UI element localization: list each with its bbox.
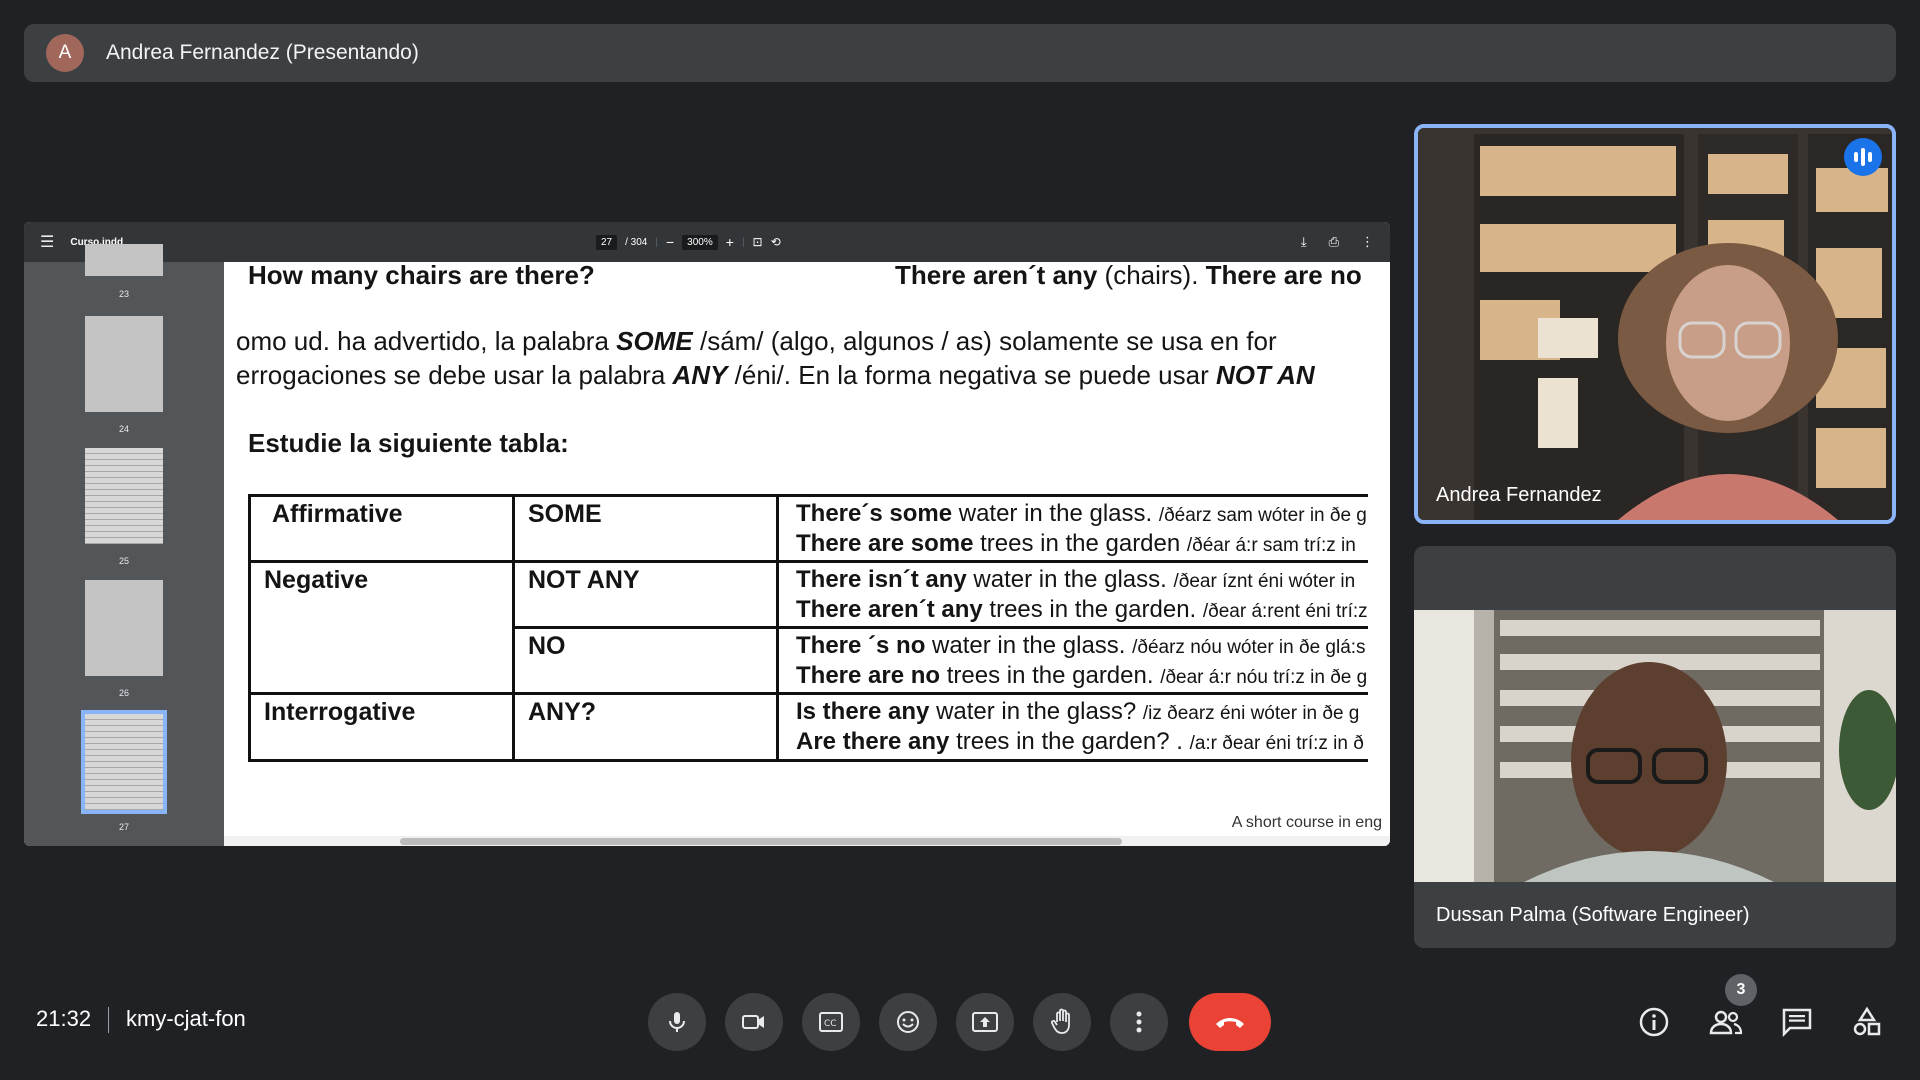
present-screen-icon xyxy=(972,1012,998,1032)
page-footer-note: A short course in eng xyxy=(1231,814,1382,831)
thumbnail-number: 25 xyxy=(118,556,129,566)
thumbnail-number: 23 xyxy=(118,289,129,299)
camera-icon xyxy=(742,1015,764,1029)
presenter-banner: A Andrea Fernandez (Presentando) xyxy=(24,24,1896,82)
participant-name: Andrea Fernandez xyxy=(1436,484,1602,506)
table-cell-form: Interrogative xyxy=(264,698,416,726)
fit-page-icon[interactable]: ⊡ xyxy=(753,235,763,249)
chat-button[interactable] xyxy=(1773,998,1821,1046)
table-cell-form: Affirmative xyxy=(272,500,403,528)
people-icon xyxy=(1709,1010,1743,1035)
table-cell-word: ANY? xyxy=(528,698,597,726)
hang-up-icon xyxy=(1216,1018,1244,1028)
table-cell-word: NO xyxy=(528,632,566,660)
toolbar-divider: | xyxy=(655,236,658,248)
microphone-icon xyxy=(669,1012,685,1032)
participant-video-area xyxy=(1414,610,1896,882)
svg-text:CC: CC xyxy=(824,1019,837,1029)
paragraph-line-1: omo ud. ha advertido, la palabra SOME /s… xyxy=(236,326,1277,356)
thumbnail-sidebar: 23 24 25 26 27 xyxy=(24,244,224,846)
meeting-details-button[interactable] xyxy=(1630,998,1678,1046)
activities-button[interactable] xyxy=(1843,998,1891,1046)
page-thumbnail-selected[interactable] xyxy=(81,710,167,814)
table-cell-example: There´s some water in the glass. /ðéarz … xyxy=(796,500,1367,527)
raise-hand-button[interactable] xyxy=(1033,993,1091,1051)
table-cell-example: Is there any water in the glass? /iz ðea… xyxy=(796,698,1360,725)
participant-tile-andrea[interactable]: Andrea Fernandez xyxy=(1414,124,1896,524)
page-thumbnail[interactable] xyxy=(85,448,163,544)
participant-video xyxy=(1418,128,1892,520)
participant-tile-dussan[interactable]: Dussan Palma (Software Engineer) xyxy=(1414,546,1896,948)
answer-line: There aren´t any (chairs). There are no xyxy=(895,260,1362,290)
participants-button[interactable] xyxy=(1702,998,1750,1046)
table-cell-example: There aren´t any trees in the garden. /ð… xyxy=(796,596,1368,623)
leave-call-button[interactable] xyxy=(1189,993,1271,1051)
question-line: How many chairs are there? xyxy=(248,260,595,290)
table-cell-example: There ´s no water in the glass. /ðéarz n… xyxy=(796,632,1366,659)
camera-button[interactable] xyxy=(725,993,783,1051)
microphone-button[interactable] xyxy=(648,993,706,1051)
meeting-clock: 21:32 xyxy=(36,1006,92,1031)
table-cell-example: There are no trees in the garden. /ðear … xyxy=(796,662,1368,689)
horizontal-scrollbar[interactable] xyxy=(224,836,1390,846)
pdf-viewer-toolbar: ☰ Curso.indd 27 / 304 | − 300% + | ⊡ ⟲ ⤓… xyxy=(24,222,1390,262)
thumbnail-number: 24 xyxy=(118,424,129,434)
table-cell-example: Are there any trees in the garden? . /a:… xyxy=(796,728,1364,755)
more-options-button[interactable] xyxy=(1110,993,1168,1051)
table-cell-example: There isn´t any water in the glass. /ðea… xyxy=(796,566,1356,593)
reactions-button[interactable] xyxy=(879,993,937,1051)
menu-icon[interactable]: ☰ xyxy=(40,232,54,252)
raise-hand-icon xyxy=(1051,1008,1070,1034)
scrollbar-thumb[interactable] xyxy=(400,838,1122,845)
table-line xyxy=(512,494,515,762)
presenter-label: Andrea Fernandez (Presentando) xyxy=(106,41,419,64)
toolbar-divider: | xyxy=(741,236,745,248)
more-vert-icon xyxy=(1136,1011,1142,1033)
table-line xyxy=(512,626,1368,629)
thumbnail-number: 26 xyxy=(118,688,129,698)
bottom-divider xyxy=(108,1007,109,1033)
paragraph-line-2: errogaciones se debe usar la palabra ANY… xyxy=(236,360,1315,390)
emoji-icon xyxy=(897,1011,919,1033)
shared-screen: ☰ Curso.indd 27 / 304 | − 300% + | ⊡ ⟲ ⤓… xyxy=(24,222,1390,846)
document-page: How many chairs are there? There aren´t … xyxy=(224,260,1390,846)
download-icon[interactable]: ⤓ xyxy=(1301,234,1307,250)
closed-captions-icon: CC xyxy=(819,1012,843,1032)
table-line xyxy=(248,494,251,762)
chat-icon xyxy=(1782,1008,1812,1037)
zoom-input[interactable]: 300% xyxy=(682,234,718,250)
presenter-avatar: A xyxy=(46,34,84,72)
info-icon xyxy=(1639,1007,1669,1037)
present-screen-button[interactable] xyxy=(956,993,1014,1051)
more-options-icon[interactable]: ⋮ xyxy=(1361,234,1374,250)
table-cell-example: There are some trees in the garden /ðéar… xyxy=(796,530,1356,557)
table-line xyxy=(248,560,1368,563)
rotate-icon[interactable]: ⟲ xyxy=(771,235,781,249)
meeting-code: kmy-cjat-fon xyxy=(126,1006,246,1031)
zoom-out-icon[interactable]: − xyxy=(666,234,674,250)
thumbnail-number: 27 xyxy=(118,822,129,832)
page-thumbnail[interactable] xyxy=(85,316,163,412)
page-number-input[interactable]: 27 xyxy=(596,234,618,250)
table-line xyxy=(776,494,779,762)
table-heading: Estudie la siguiente tabla: xyxy=(248,428,569,458)
captions-button[interactable]: CC xyxy=(802,993,860,1051)
page-thumbnail[interactable] xyxy=(85,244,163,276)
table-cell-form: Negative xyxy=(264,566,369,594)
page-total: / 304 xyxy=(625,236,648,248)
table-line xyxy=(248,692,1368,695)
zoom-in-icon[interactable]: + xyxy=(726,234,734,250)
activities-icon xyxy=(1853,1006,1881,1036)
table-cell-word: NOT ANY xyxy=(528,566,640,594)
table-line xyxy=(248,759,1368,762)
table-line xyxy=(248,494,1368,497)
grammar-table: Affirmative SOME There´s some water in t… xyxy=(248,494,1368,762)
page-thumbnail[interactable] xyxy=(85,580,163,676)
participant-video xyxy=(1414,610,1896,882)
table-cell-word: SOME xyxy=(528,500,602,528)
participant-name: Dussan Palma (Software Engineer) xyxy=(1436,904,1750,926)
print-icon[interactable]: ⎙ xyxy=(1329,234,1339,250)
speaking-indicator-icon xyxy=(1844,138,1882,176)
